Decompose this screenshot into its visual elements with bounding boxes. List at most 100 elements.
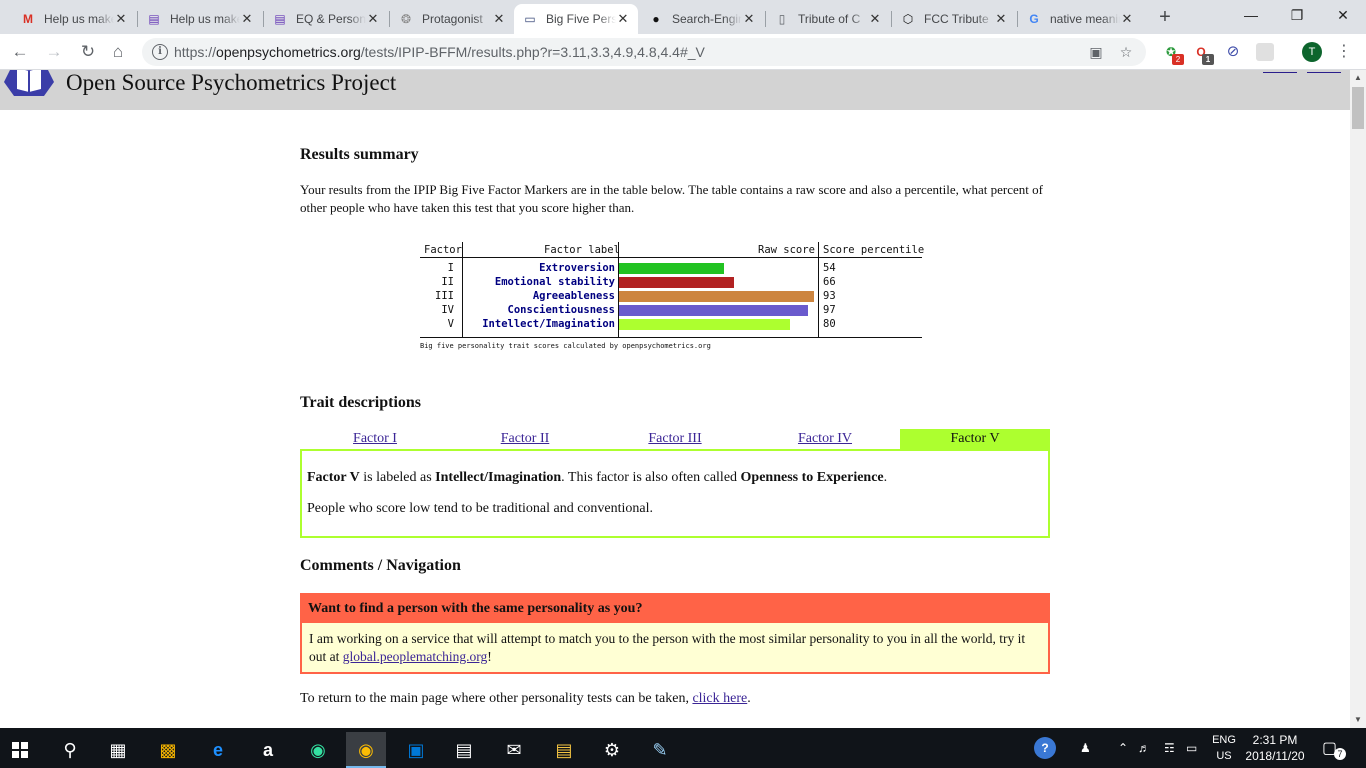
browser-tab[interactable]: ▯ Tribute of C ✕ [766, 4, 890, 34]
browser-tab[interactable]: M Help us make ✕ [12, 4, 136, 34]
browser-tab[interactable]: ❂ Protagonist ✕ [390, 4, 514, 34]
tab-factor-1[interactable]: Factor I [300, 429, 450, 449]
factor-alt-name: Openness to Experience [740, 470, 884, 485]
close-tab-icon[interactable]: ✕ [492, 11, 506, 27]
close-tab-icon[interactable]: ✕ [868, 11, 882, 27]
help-icon[interactable]: ? [1034, 728, 1056, 768]
browser-tab[interactable]: ● Search-Engine✕ [640, 4, 764, 34]
header-link-2[interactable] [1307, 70, 1341, 73]
tab-title: FCC Tribute [924, 12, 989, 26]
calendar-icon[interactable]: ▤ [444, 732, 484, 768]
page-scrollbar[interactable]: ▲ ▼ [1350, 70, 1366, 728]
desc-text: . This factor is also often called [561, 470, 741, 485]
factor-label: Conscientiousness [507, 304, 615, 316]
scroll-thumb[interactable] [1352, 87, 1364, 129]
book-logo-icon[interactable] [4, 70, 54, 106]
block-icon[interactable]: ⊘ [1224, 43, 1242, 61]
reload-button[interactable]: ↻ [76, 40, 100, 64]
date-text: 2018/11/20 [1245, 749, 1305, 763]
traits-heading: Trait descriptions [300, 394, 422, 411]
edge-icon[interactable]: e [198, 732, 238, 768]
url-text[interactable]: https://openpsychometrics.org/tests/IPIP… [174, 44, 705, 60]
click-here-link[interactable]: click here [692, 691, 747, 706]
tab-title: Help us make [44, 12, 114, 26]
chrome-icon[interactable]: ◉ [346, 732, 386, 768]
forward-button[interactable]: → [42, 40, 66, 64]
factor-label: Intellect/Imagination [482, 318, 615, 330]
back-button[interactable]: ← [8, 40, 32, 64]
cookie-blocked-icon[interactable]: ▣ [1088, 44, 1104, 60]
menu-dots-icon[interactable]: ⋮ [1336, 42, 1352, 62]
bookmark-star-icon[interactable]: ☆ [1118, 44, 1134, 60]
extension-opera-icon[interactable]: O1 [1192, 43, 1214, 65]
codepen-icon: ⬡ [902, 12, 914, 26]
browser-tab[interactable]: ⬡ FCC Tribute ✕ [892, 4, 1016, 34]
profile-avatar[interactable]: T [1302, 42, 1322, 62]
home-button[interactable]: ⌂ [106, 40, 130, 64]
close-tab-icon[interactable]: ✕ [616, 11, 630, 27]
results-heading: Results summary [300, 146, 419, 163]
browser-tab[interactable]: ▭ Big Five Personality✕ [514, 4, 638, 34]
volume-icon[interactable]: ♬ [1138, 728, 1150, 768]
close-window-button[interactable]: ✕ [1320, 0, 1366, 30]
notifications-icon[interactable]: ▢ 7 [1322, 738, 1346, 760]
file-explorer-icon[interactable]: ▤ [544, 732, 584, 768]
tab-title: Protagonist [422, 12, 483, 26]
browser-tab[interactable]: Gnative meaning✕ [1018, 4, 1142, 34]
browser-tab[interactable]: ▤ EQ & Personality✕ [264, 4, 388, 34]
remote-app-icon[interactable]: ▣ [396, 732, 436, 768]
task-view-icon[interactable]: ▦ [98, 732, 138, 768]
site-info-icon[interactable]: i [152, 44, 168, 60]
tab-factor-5[interactable]: Factor V [900, 429, 1050, 449]
site-title: Open Source Psychometrics Project [66, 70, 397, 95]
wifi-icon[interactable]: ☶ [1164, 728, 1175, 768]
peoplematching-link[interactable]: global.peoplematching.org [343, 649, 487, 664]
page-icon: ▭ [524, 12, 536, 26]
close-tab-icon[interactable]: ✕ [366, 11, 380, 27]
scroll-up-icon[interactable]: ▲ [1350, 70, 1366, 86]
factor-numeral: I [447, 262, 454, 274]
extension-grey-icon[interactable] [1256, 43, 1274, 61]
language-indicator[interactable]: ENG US [1210, 732, 1238, 764]
close-tab-icon[interactable]: ✕ [1120, 11, 1134, 27]
mail-icon[interactable]: ✉ [494, 732, 534, 768]
new-tab-button[interactable]: + [1153, 6, 1177, 30]
close-tab-icon[interactable]: ✕ [114, 11, 128, 27]
notepad-icon[interactable]: ✎ [640, 732, 680, 768]
factor-numeral: III [435, 290, 454, 302]
clock[interactable]: 2:31 PM 2018/11/20 [1240, 732, 1310, 764]
notification-count: 7 [1334, 748, 1346, 760]
battery-icon[interactable]: ▭ [1186, 728, 1197, 768]
taskbar: ⚲ ▦ ▩ e a ◉ ◉ ▣ ▤ ✉ ▤ ⚙ ✎ ? ♟ ⌃ ♬ ☶ ▭ EN… [0, 728, 1366, 768]
url-scheme: https:// [174, 44, 217, 60]
scroll-down-icon[interactable]: ▼ [1350, 712, 1366, 728]
forms-icon: ▤ [148, 12, 160, 26]
tripadvisor-icon[interactable]: ◉ [298, 732, 338, 768]
address-bar[interactable]: i https://openpsychometrics.org/tests/IP… [142, 38, 1146, 66]
store-icon[interactable]: ▩ [148, 732, 188, 768]
windows-start-icon[interactable] [0, 732, 40, 768]
extension-badge: 2 [1172, 54, 1184, 65]
settings-gear-icon[interactable]: ⚙ [592, 732, 632, 768]
amazon-icon[interactable]: a [248, 732, 288, 768]
desc-text: is labeled as [359, 470, 436, 485]
results-intro: Your results from the IPIP Big Five Fact… [300, 182, 1043, 215]
page-viewport: Open Source Psychometrics Project Result… [0, 70, 1350, 728]
search-icon[interactable]: ⚲ [50, 732, 90, 768]
close-tab-icon[interactable]: ✕ [994, 11, 1008, 27]
tab-factor-2[interactable]: Factor II [450, 429, 600, 449]
close-tab-icon[interactable]: ✕ [240, 11, 254, 27]
header-rule [420, 257, 922, 258]
tab-factor-3[interactable]: Factor III [600, 429, 750, 449]
restore-button[interactable]: ❐ [1274, 0, 1320, 30]
tray-chevron-icon[interactable]: ⌃ [1118, 728, 1128, 768]
extension-puzzle-icon[interactable]: ✪ 2 [1162, 43, 1184, 65]
minimize-button[interactable]: — [1228, 0, 1274, 30]
browser-tab[interactable]: ▤ Help us make ✕ [138, 4, 262, 34]
close-tab-icon[interactable]: ✕ [742, 11, 756, 27]
tab-factor-4[interactable]: Factor IV [750, 429, 900, 449]
results-graph: Factor Factor label Raw score Score perc… [420, 242, 924, 354]
factor-numeral: II [441, 276, 454, 288]
people-icon[interactable]: ♟ [1080, 728, 1091, 768]
header-link-1[interactable] [1263, 70, 1297, 73]
